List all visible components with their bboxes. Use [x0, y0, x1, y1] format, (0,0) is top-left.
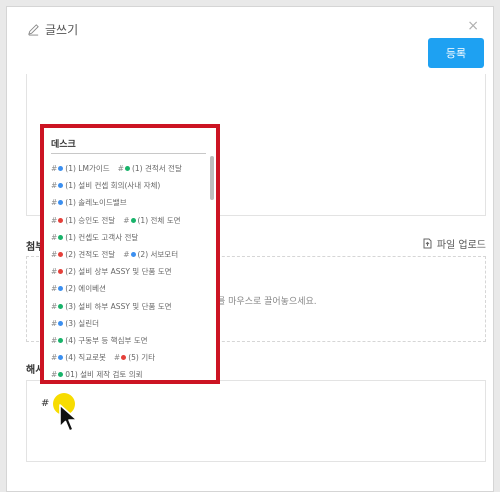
- file-upload-button[interactable]: 파일 업로드: [423, 236, 486, 251]
- hashtag-suggestion[interactable]: # (2) 에이베션: [51, 283, 106, 294]
- hashtag-suggestion-label: (1) LM가이드: [65, 164, 110, 174]
- hashtag-suggestion[interactable]: # (3) 실린더: [51, 318, 99, 329]
- suggestion-row: # (2) 에이베션: [51, 280, 211, 297]
- hashtag-suggestion[interactable]: # (2) 설비 상부 ASSY 및 단품 도면: [51, 266, 172, 277]
- popup-divider: [51, 153, 206, 154]
- hashtag-suggestion-label: (2) 서보모터: [137, 250, 179, 260]
- hashtag-suggestion-label: (2) 에이베션: [65, 284, 106, 294]
- close-icon[interactable]: ×: [467, 18, 479, 34]
- suggestion-row: # (4) 직교로봇 # (5) 기타: [51, 349, 211, 366]
- hashtag-suggestion-label: (3) 실린더: [65, 318, 100, 328]
- register-button[interactable]: 등록: [428, 38, 484, 68]
- hash-symbol: #: [51, 215, 58, 225]
- hashtag-suggestion[interactable]: # (1) 솔레노이드밸브: [51, 197, 127, 208]
- suggestion-row: # (2) 견적도 전달 # (2) 서보모터: [51, 246, 211, 263]
- hashtag-suggestion-label: (1) 컨셉도 고객사 전달: [65, 232, 139, 242]
- hash-symbol: #: [51, 181, 58, 191]
- hashtag-suggestion[interactable]: # (5) 기타: [114, 352, 155, 363]
- hash-symbol: #: [51, 284, 58, 294]
- hash-symbol: #: [113, 353, 121, 363]
- hashtag-suggestion-label: (1) 솔레노이드밸브: [65, 198, 127, 208]
- hash-symbol: #: [51, 370, 58, 380]
- hashtag-suggestion[interactable]: # (1) 견적서 전달: [118, 163, 182, 174]
- suggestion-row: # (1) 컨셉도 고객사 전달: [51, 229, 211, 246]
- hashtag-suggestion[interactable]: # (1) LM가이드: [51, 163, 110, 174]
- hash-symbol: #: [51, 164, 58, 174]
- hashtag-suggestion-label: (4) 직교로봇: [65, 353, 106, 363]
- file-upload-label: 파일 업로드: [436, 240, 486, 251]
- tag-color-dot: [130, 217, 136, 223]
- hash-symbol: #: [51, 353, 58, 363]
- hashtag-suggestion-label: 01) 설비 제작 검토 의뢰: [65, 370, 143, 380]
- hashtag-suggestion-label: (1) 설비 컨셉 회의(사내 자체): [65, 181, 161, 191]
- hashtag-suggestion-popup: 데스크 # (1) LM가이드 # (1) 견적서 전달 # (1) 설비 컨셉 회의(사…: [40, 124, 220, 384]
- hashtag-suggestion[interactable]: # (2) 견적도 전달: [51, 249, 115, 260]
- hashtag-suggestion[interactable]: # (1) 전체 도면: [123, 215, 180, 226]
- tag-color-dot: [130, 252, 136, 258]
- hash-symbol: #: [51, 198, 58, 208]
- hashtag-suggestion-label: (4) 구동부 등 핵심부 도면: [65, 335, 148, 345]
- tag-color-dot: [124, 166, 130, 172]
- tag-color-dot: [58, 183, 64, 189]
- hashtag-suggestion-label: (2) 견적도 전달: [65, 250, 116, 260]
- hashtag-suggestion[interactable]: # (2) 서보모터: [123, 249, 178, 260]
- hash-symbol: #: [51, 267, 58, 277]
- tag-color-dot: [58, 355, 64, 361]
- hashtag-suggestion-label: (2) 설비 상부 ASSY 및 단품 도면: [65, 267, 172, 277]
- suggestion-row: # (1) 설비 컨셉 회의(사내 자체): [51, 177, 211, 194]
- suggestion-row: # (4) 구동부 등 핵심부 도면: [51, 332, 211, 349]
- hashtag-suggestion[interactable]: # (1) 설비 컨셉 회의(사내 자체): [51, 180, 160, 191]
- hash-symbol: #: [51, 250, 58, 260]
- hashtag-suggestion-label: (3) 설비 하부 ASSY 및 단품 도면: [65, 301, 172, 311]
- pencil-icon: [28, 23, 39, 36]
- tag-color-dot: [58, 372, 64, 378]
- tag-color-dot: [58, 337, 64, 343]
- hash-symbol: #: [51, 301, 58, 311]
- hash-symbol: #: [123, 215, 130, 225]
- drop-hint: 를 마우스로 끌어놓으세요.: [217, 297, 317, 307]
- suggestion-row: # (3) 실린더: [51, 315, 211, 332]
- tag-color-dot: [58, 286, 64, 292]
- hashtag-suggestion[interactable]: # (4) 직교로봇: [51, 352, 106, 363]
- tag-color-dot: [58, 320, 64, 326]
- hashtag-suggestion[interactable]: # (1) 승인도 전달: [51, 215, 115, 226]
- hashtag-suggestion-label: (1) 견적서 전달: [131, 164, 182, 174]
- dialog-header: 글쓰기: [27, 20, 78, 38]
- tag-color-dot: [58, 217, 64, 223]
- tag-color-dot: [58, 200, 64, 206]
- tag-color-dot: [58, 234, 64, 240]
- hashtag-input[interactable]: #: [26, 380, 486, 462]
- suggestion-row: # (1) LM가이드 # (1) 견적서 전달: [51, 160, 211, 177]
- tag-color-dot: [58, 166, 64, 172]
- hash-symbol: #: [51, 318, 58, 328]
- hash-symbol: #: [51, 335, 58, 345]
- popup-title: 데스크: [51, 140, 76, 150]
- hash-symbol: #: [51, 232, 58, 242]
- hash-symbol: #: [123, 250, 130, 260]
- hashtag-suggestion-label: (1) 승인도 전달: [65, 215, 116, 225]
- hash-symbol: #: [117, 164, 124, 174]
- hashtag-suggestion-list: # (1) LM가이드 # (1) 견적서 전달 # (1) 설비 컨셉 회의(사내 자체…: [51, 160, 211, 380]
- tag-color-dot: [58, 269, 64, 275]
- hashtag-suggestion[interactable]: # (4) 구동부 등 핵심부 도면: [51, 335, 148, 346]
- popup-scrollbar[interactable]: [210, 156, 214, 200]
- mouse-cursor-icon: [59, 404, 78, 432]
- suggestion-row: # (3) 설비 하부 ASSY 및 단품 도면: [51, 298, 211, 315]
- suggestion-row: # (1) 솔레노이드밸브: [51, 194, 211, 211]
- hashtag-suggestion[interactable]: #01) 설비 제작 검토 의뢰: [51, 369, 143, 380]
- suggestion-row: #01) 설비 제작 검토 의뢰: [51, 366, 211, 380]
- dialog-title: 글쓰기: [45, 22, 79, 37]
- hashtag-typed-text: #: [41, 398, 50, 409]
- hashtag-suggestion[interactable]: # (1) 컨셉도 고객사 전달: [51, 232, 138, 243]
- tag-color-dot: [58, 252, 64, 258]
- suggestion-row: # (1) 승인도 전달 # (1) 전체 도면: [51, 212, 211, 229]
- file-upload-icon: [423, 238, 432, 249]
- hashtag-suggestion[interactable]: # (3) 설비 하부 ASSY 및 단품 도면: [51, 301, 172, 312]
- hashtag-suggestion-label: (1) 전체 도면: [137, 215, 181, 225]
- hashtag-suggestion-label: (5) 기타: [128, 353, 156, 363]
- tag-color-dot: [121, 355, 127, 361]
- tag-color-dot: [58, 303, 64, 309]
- suggestion-row: # (2) 설비 상부 ASSY 및 단품 도면: [51, 263, 211, 280]
